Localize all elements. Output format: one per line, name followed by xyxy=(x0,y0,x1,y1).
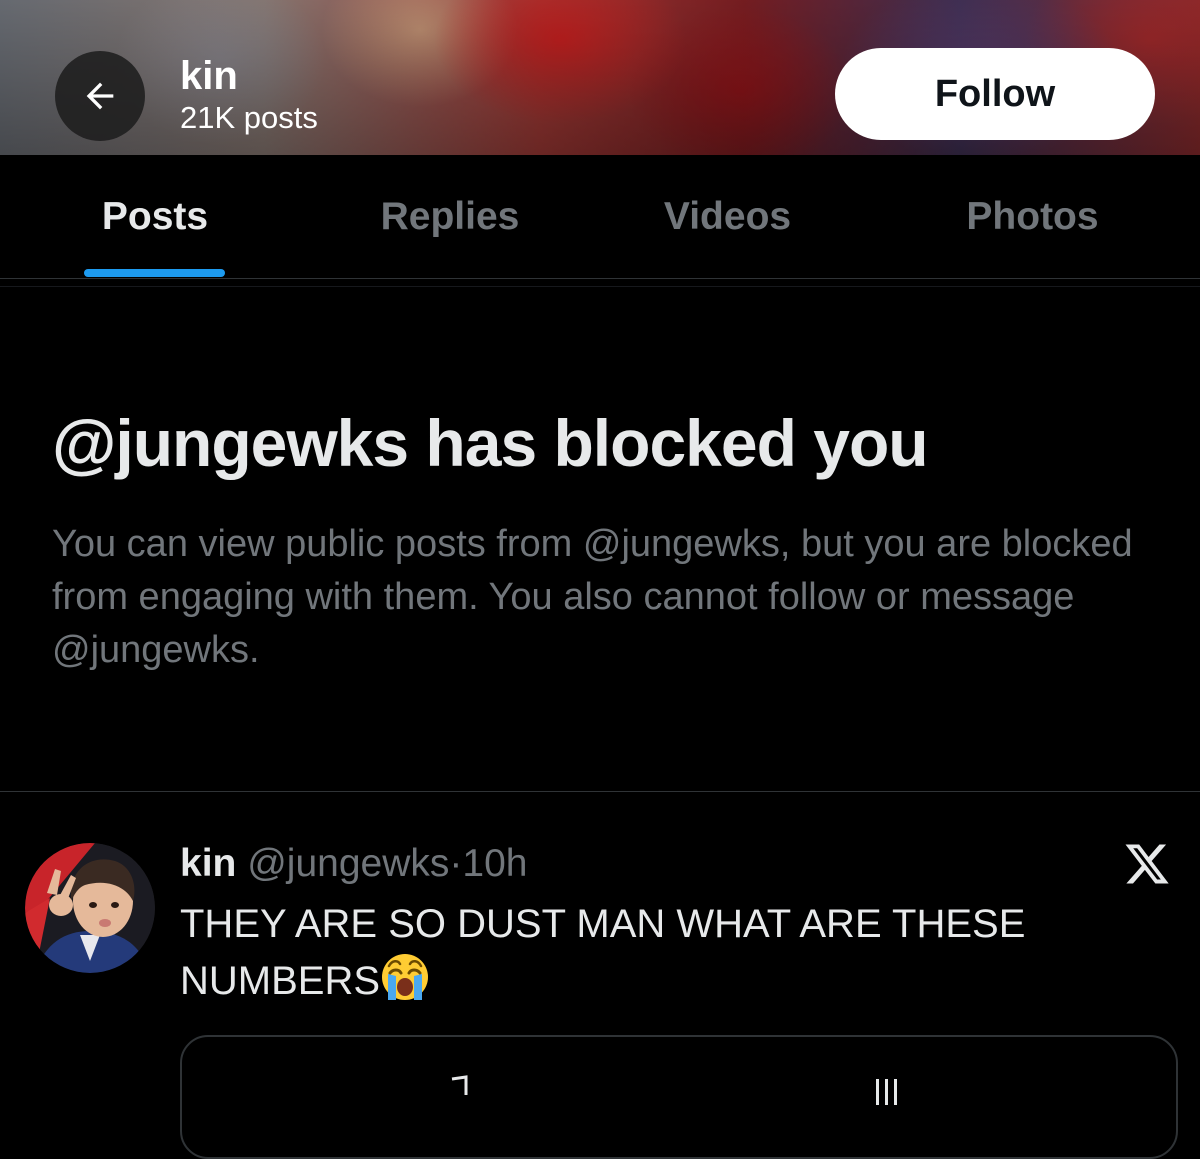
avatar-photo xyxy=(25,843,155,973)
x-logo-icon xyxy=(1125,844,1169,884)
post-media-card[interactable] xyxy=(180,1035,1178,1159)
profile-tabs: Posts Replies Videos Photos xyxy=(0,155,1200,279)
post-count: 21K posts xyxy=(180,100,318,135)
post-author-handle[interactable]: @jungewks xyxy=(247,842,449,885)
divider xyxy=(0,286,1200,287)
post-author-name[interactable]: kin xyxy=(180,842,236,885)
profile-name: kin xyxy=(180,54,238,98)
music-note-icon xyxy=(451,1075,468,1095)
tab-replies[interactable]: Replies xyxy=(340,155,560,278)
tab-posts[interactable]: Posts xyxy=(40,155,270,278)
back-button[interactable] xyxy=(55,51,145,141)
tab-videos[interactable]: Videos xyxy=(620,155,835,278)
avatar[interactable] xyxy=(25,843,155,973)
post-header: kin @jungewks·10h xyxy=(180,838,527,890)
crying-face-emoji xyxy=(382,954,429,1000)
follow-button[interactable]: Follow xyxy=(835,48,1155,140)
post-timestamp[interactable]: 10h xyxy=(462,842,527,885)
equalizer-icon xyxy=(876,1079,897,1105)
blocked-description: You can view public posts from @jungewks… xyxy=(52,523,1133,671)
active-tab-indicator xyxy=(84,269,225,277)
arrow-left-icon xyxy=(86,82,114,110)
post-separator: · xyxy=(449,842,463,885)
divider xyxy=(0,791,1200,792)
post-text-container: THEY ARE SO DUST MAN WHAT ARE THESE NUMB… xyxy=(180,896,1170,1009)
tab-photos[interactable]: Photos xyxy=(920,155,1145,278)
blocked-title: @jungewks has blocked you xyxy=(52,406,929,480)
post-text: THEY ARE SO DUST MAN WHAT ARE THESE NUMB… xyxy=(180,902,1026,1003)
